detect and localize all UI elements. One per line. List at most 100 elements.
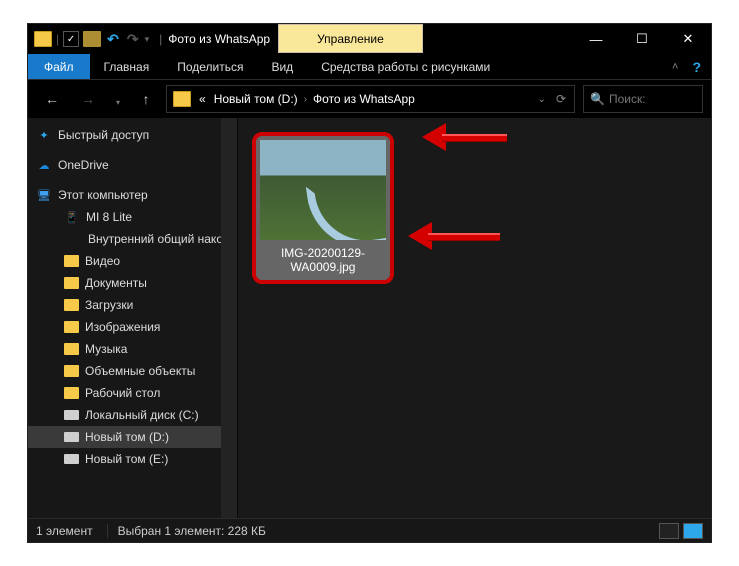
nav-music[interactable]: Музыка xyxy=(28,338,237,360)
properties-icon[interactable]: ✓ xyxy=(63,31,79,47)
tab-share[interactable]: Поделиться xyxy=(163,54,257,79)
nav-downloads[interactable]: Загрузки xyxy=(28,294,237,316)
thumbnails-view-icon[interactable] xyxy=(683,523,703,539)
view-switcher xyxy=(659,523,703,539)
nav-label: Быстрый доступ xyxy=(58,128,149,142)
chevron-right-icon[interactable]: › xyxy=(302,94,309,105)
forward-button[interactable]: → xyxy=(72,85,104,113)
pc-icon: 🖥 xyxy=(36,188,52,202)
ribbon-right: ˄ ? xyxy=(672,54,711,79)
nav-internal-storage[interactable]: Внутренний общий накопитель xyxy=(28,228,237,250)
tab-view[interactable]: Вид xyxy=(257,54,307,79)
crumb-drive[interactable]: Новый том (D:) xyxy=(210,92,302,106)
nav-label: Новый том (D:) xyxy=(85,430,169,444)
tab-home[interactable]: Главная xyxy=(90,54,164,79)
search-icon: 🔍 xyxy=(590,92,605,106)
crumb-folder[interactable]: Фото из WhatsApp xyxy=(309,92,419,106)
status-selection: Выбран 1 элемент: 228 КБ xyxy=(118,524,266,538)
nav-label: Документы xyxy=(85,276,147,290)
nav-quick-access[interactable]: ✦ Быстрый доступ xyxy=(28,124,237,146)
refresh-icon[interactable]: ⟳ xyxy=(556,92,566,106)
content-area[interactable]: IMG-20200129-WA0009.jpg xyxy=(238,118,711,518)
folder-icon xyxy=(64,255,79,267)
folder-icon xyxy=(64,365,79,377)
navigation-pane: ✦ Быстрый доступ ☁ OneDrive 🖥 Этот компьюте… xyxy=(28,118,238,518)
context-tab-manage[interactable]: Управление xyxy=(278,24,423,53)
close-button[interactable]: ✕ xyxy=(665,24,711,54)
minimize-button[interactable]: — xyxy=(573,24,619,54)
titlebar: | ✓ ↶ ↷ ▾ | Фото из WhatsApp Управление … xyxy=(28,24,711,54)
nav-label: Этот компьютер xyxy=(58,188,148,202)
nav-desktop[interactable]: Рабочий стол xyxy=(28,382,237,404)
cloud-icon: ☁ xyxy=(36,158,52,172)
explorer-body: ✦ Быстрый доступ ☁ OneDrive 🖥 Этот компьюте… xyxy=(28,118,711,518)
address-bar[interactable]: « Новый том (D:) › Фото из WhatsApp ⌄ ⟳ xyxy=(166,85,575,113)
nav-documents[interactable]: Документы xyxy=(28,272,237,294)
star-icon: ✦ xyxy=(36,128,52,142)
nav-label: Загрузки xyxy=(85,298,133,312)
nav-label: Изображения xyxy=(85,320,160,334)
redo-icon[interactable]: ↷ xyxy=(125,31,141,48)
nav-label: Рабочий стол xyxy=(85,386,160,400)
collapse-ribbon-icon[interactable]: ˄ xyxy=(672,61,678,73)
qat-dropdown-icon[interactable]: ▾ xyxy=(145,34,150,45)
location-folder-icon xyxy=(173,91,191,107)
nav-onedrive[interactable]: ☁ OneDrive xyxy=(28,154,237,176)
back-button[interactable]: ← xyxy=(36,85,68,113)
maximize-button[interactable]: ☐ xyxy=(619,24,665,54)
help-icon[interactable]: ? xyxy=(692,59,701,75)
nav-label: Объемные объекты xyxy=(85,364,195,378)
nav-label: Видео xyxy=(85,254,120,268)
file-name: IMG-20200129-WA0009.jpg xyxy=(260,240,386,276)
search-placeholder: Поиск: xyxy=(609,92,646,106)
status-item-count: 1 элемент xyxy=(36,524,108,538)
window-controls: — ☐ ✕ xyxy=(573,24,711,54)
ribbon-tabs: Файл Главная Поделиться Вид Средства раб… xyxy=(28,54,711,80)
nav-label: Локальный диск (C:) xyxy=(85,408,199,422)
title-sep: | xyxy=(159,32,162,46)
explorer-window: | ✓ ↶ ↷ ▾ | Фото из WhatsApp Управление … xyxy=(27,23,712,543)
folder-icon[interactable] xyxy=(34,31,52,47)
nav-3d-objects[interactable]: Объемные объекты xyxy=(28,360,237,382)
nav-local-e[interactable]: Новый том (E:) xyxy=(28,448,237,470)
disk-icon xyxy=(64,454,79,464)
title-text: Фото из WhatsApp xyxy=(168,32,270,46)
qat-divider: | xyxy=(56,32,59,46)
folder-icon xyxy=(64,387,79,399)
thumbnail-preview xyxy=(260,140,386,240)
details-view-icon[interactable] xyxy=(659,523,679,539)
status-bar: 1 элемент Выбран 1 элемент: 228 КБ xyxy=(28,518,711,542)
new-folder-icon[interactable] xyxy=(83,31,101,47)
disk-icon xyxy=(64,432,79,442)
nav-label: MI 8 Lite xyxy=(86,210,132,224)
address-dropdown-icon[interactable]: ⌄ xyxy=(538,94,546,105)
navigation-row: ← → ▾ ↑ « Новый том (D:) › Фото из Whats… xyxy=(28,80,711,118)
up-button[interactable]: ↑ xyxy=(130,85,162,113)
nav-videos[interactable]: Видео xyxy=(28,250,237,272)
disk-icon xyxy=(64,410,79,420)
recent-locations-button[interactable]: ▾ xyxy=(108,85,126,113)
folder-icon xyxy=(64,277,79,289)
folder-icon xyxy=(64,321,79,333)
crumb-prefix[interactable]: « xyxy=(195,92,210,106)
nav-pictures[interactable]: Изображения xyxy=(28,316,237,338)
tab-file[interactable]: Файл xyxy=(28,54,90,79)
nav-local-d[interactable]: Новый том (D:) xyxy=(28,426,237,448)
nav-label: OneDrive xyxy=(58,158,109,172)
nav-label: Музыка xyxy=(85,342,127,356)
folder-icon xyxy=(64,299,79,311)
nav-this-pc[interactable]: 🖥 Этот компьютер xyxy=(28,184,237,206)
window-title: | Фото из WhatsApp xyxy=(155,24,270,54)
undo-icon[interactable]: ↶ xyxy=(105,31,121,48)
phone-icon: 📱 xyxy=(64,210,80,224)
file-thumbnail[interactable]: IMG-20200129-WA0009.jpg xyxy=(252,132,394,284)
folder-icon xyxy=(64,343,79,355)
search-box[interactable]: 🔍 Поиск: xyxy=(583,85,703,113)
quick-access-toolbar: | ✓ ↶ ↷ ▾ xyxy=(28,24,155,54)
nav-scrollbar[interactable] xyxy=(221,118,237,518)
nav-phone[interactable]: 📱 MI 8 Lite xyxy=(28,206,237,228)
tab-picture-tools[interactable]: Средства работы с рисунками xyxy=(307,54,504,79)
nav-local-c[interactable]: Локальный диск (C:) xyxy=(28,404,237,426)
address-bar-right: ⌄ ⟳ xyxy=(538,92,574,106)
nav-label: Новый том (E:) xyxy=(85,452,168,466)
